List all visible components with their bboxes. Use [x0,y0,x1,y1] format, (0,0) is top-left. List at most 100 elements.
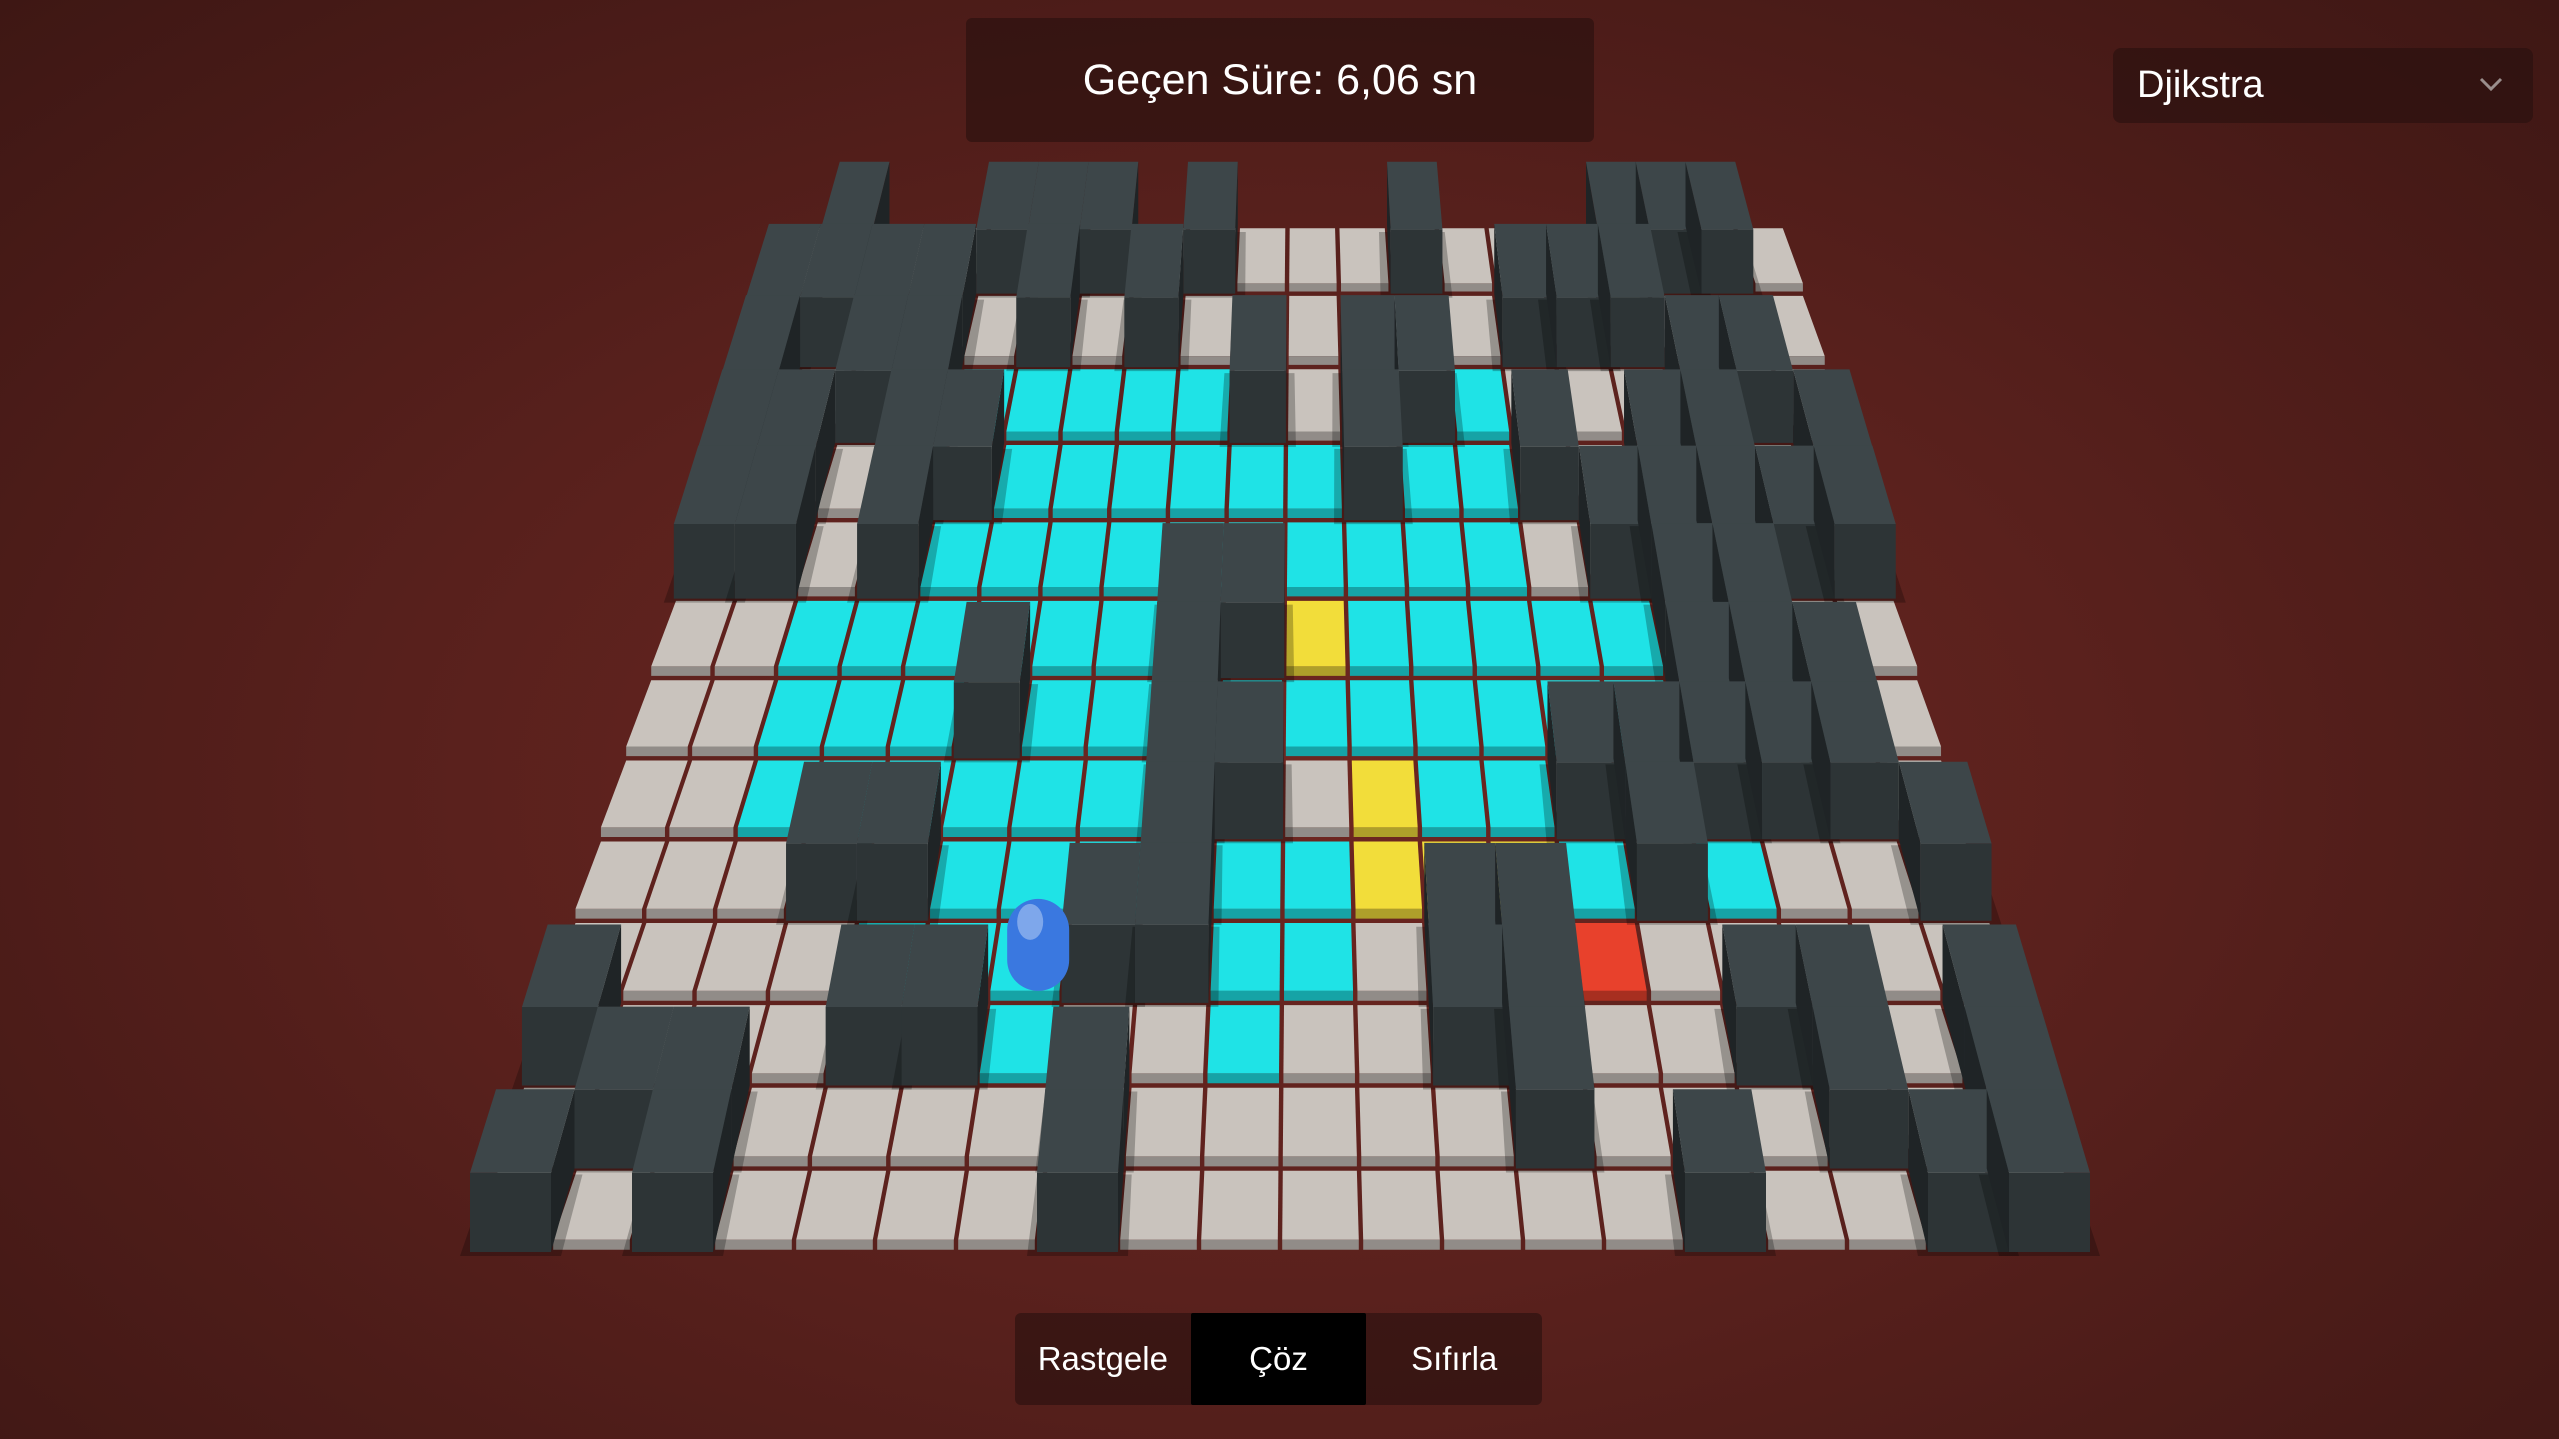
elapsed-time-text: Geçen Süre: 6,06 sn [1082,55,1478,104]
floor-tile [958,1170,1044,1240]
tile-edge [1781,908,1848,919]
tile-edge [714,666,774,676]
tile-edge [1119,431,1172,441]
visited-tile [1228,445,1284,509]
tile-edge [1207,1073,1280,1084]
tile-edge [1285,827,1350,838]
visited-tile [1409,600,1473,667]
visited-tile [1404,522,1466,588]
tile-edge [1587,1073,1659,1084]
tile-edge [1444,283,1493,292]
tile-edge [1282,1239,1359,1250]
solve-button[interactable]: Çöz [1190,1313,1367,1405]
tile-edge [1288,431,1341,441]
tile-edge [824,746,886,757]
tile-edge [1286,666,1346,676]
wall-block [1677,161,1764,298]
tile-edge [1285,746,1348,757]
visited-tile [1032,600,1100,667]
tile-edge [626,746,688,757]
floor-tile [890,1087,976,1157]
visited-tile [1042,522,1108,588]
algorithm-select[interactable]: Djikstra [2113,48,2533,123]
tile-edge [1606,1239,1683,1250]
floor-tile [1357,1005,1431,1074]
chevron-down-icon [2479,77,2503,92]
tile-edge [1103,587,1161,597]
floor-tile [877,1170,965,1240]
tile-edge [1011,827,1076,838]
floor-tile [1288,295,1339,357]
tile-edge [1417,746,1480,757]
tile-edge [1213,908,1281,919]
tile-edge [1476,666,1537,676]
visited-tile [1286,522,1344,588]
tile-edge [1284,908,1352,919]
tile-edge [930,908,997,919]
tile-edge [651,666,711,676]
wall-block [460,1089,583,1256]
visited-tile [1417,760,1487,828]
floor-tile [1639,923,1721,991]
floor-tile [812,1087,900,1157]
tile-edge [1201,1239,1278,1250]
path-tile [1351,760,1418,828]
tile-edge [1490,827,1555,838]
tile-edge [877,1239,954,1250]
tile-edge [1032,666,1092,676]
tile-edge [841,666,901,676]
visited-tile [1470,600,1537,667]
floor-tile [1288,369,1341,432]
tile-edge [1577,990,1647,1001]
visited-tile [1119,369,1177,432]
tile-edge [1175,431,1228,441]
tile-edge [890,1156,965,1167]
tile-edge [1228,508,1284,518]
visited-tile [1111,445,1172,509]
tile-edge [1568,908,1635,919]
random-button[interactable]: Rastgele [1015,1313,1191,1405]
floor-tile [1204,1087,1280,1157]
path-tile [1286,600,1346,667]
floor-tile [1283,1005,1355,1074]
tile-edge [1095,666,1155,676]
tile-edge [1540,666,1600,676]
floor-tile [1361,1170,1440,1240]
visited-tile [1207,1005,1280,1074]
tile-edge [1287,508,1342,518]
tile-edge [890,746,952,757]
visited-tile [1531,600,1600,667]
tile-edge [1470,587,1527,597]
tile-edge [758,746,820,757]
elapsed-time-panel: Geçen Süre: 6,06 sn [966,18,1594,142]
tile-edge [575,908,643,919]
wall-block [1379,161,1453,298]
floor-tile [796,1170,887,1240]
visited-tile [1476,680,1546,747]
visited-tile [1006,369,1069,432]
tile-edge [1651,990,1721,1001]
visited-tile [1210,923,1281,991]
tile-edge [1404,508,1460,518]
wall-block [1173,161,1246,298]
reset-button[interactable]: Sıfırla [1366,1313,1542,1405]
floor-tile [1120,1170,1200,1240]
tile-edge [981,587,1039,597]
tile-edge [1210,990,1280,1001]
tile-edge [1286,587,1344,597]
floor-tile [1285,760,1350,828]
visited-tile [1346,522,1405,588]
visited-tile [1052,445,1115,509]
tile-edge [943,827,1008,838]
visited-tile [1062,369,1123,432]
visited-tile [1213,841,1281,909]
tile-edge [1006,431,1059,441]
tile-edge [1483,746,1546,757]
tile-edge [1111,508,1166,518]
tile-edge [692,746,754,757]
tile-edge [1204,1156,1279,1167]
tile-edge [717,908,784,919]
tile-edge [1351,746,1414,757]
agent-capsule [1007,898,1070,991]
visited-tile [1413,680,1480,747]
